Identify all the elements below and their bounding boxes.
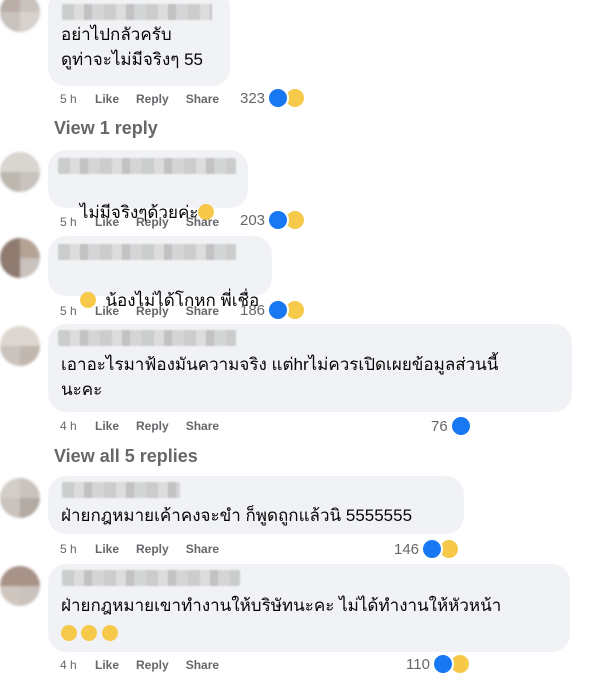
reply-button[interactable]: Reply bbox=[136, 419, 169, 433]
share-button[interactable]: Share bbox=[186, 215, 219, 229]
share-button[interactable]: Share bbox=[186, 304, 219, 318]
avatar[interactable] bbox=[0, 478, 40, 518]
comment-bubble: ไม่มีจริงๆด้วยค่ะ bbox=[48, 150, 248, 222]
reaction-count: 186 bbox=[240, 301, 266, 319]
thumbs-up-icon bbox=[267, 209, 290, 231]
like-button[interactable]: Like bbox=[95, 304, 119, 318]
reaction-count: 76 bbox=[431, 417, 448, 435]
like-button[interactable]: Like bbox=[95, 658, 119, 672]
timestamp[interactable]: 5 h bbox=[60, 542, 95, 556]
like-button[interactable]: Like bbox=[95, 542, 119, 556]
reaction-summary[interactable]: 203 bbox=[240, 209, 307, 231]
comment-bubble: ฝ่ายกฎหมายเค้าคงจะขำ ก็พูดถูกแล้วนิ 5555… bbox=[48, 476, 464, 534]
commenter-name[interactable] bbox=[62, 482, 180, 498]
timestamp[interactable]: 4 h bbox=[60, 658, 95, 672]
thumbs-up-icon bbox=[267, 299, 290, 321]
comment-text: ฝ่ายกฎหมายเค้าคงจะขำ ก็พูดถูกแล้วนิ 5555… bbox=[61, 506, 413, 525]
comment-bubble: เอาอะไรมาฟ้องมันความจริง แต่hrไม่ควรเปิด… bbox=[48, 324, 572, 412]
comment-actions: 5 h Like Reply Share bbox=[60, 212, 236, 232]
avatar[interactable] bbox=[0, 152, 40, 192]
view-replies-link[interactable]: View all 5 replies bbox=[54, 446, 198, 467]
comment-actions: 4 h Like Reply Share bbox=[60, 655, 236, 675]
reaction-count: 146 bbox=[394, 540, 420, 558]
share-button[interactable]: Share bbox=[186, 658, 219, 672]
thumbs-up-icon bbox=[449, 415, 472, 437]
thumbs-up-icon bbox=[267, 87, 290, 109]
avatar[interactable] bbox=[0, 326, 40, 366]
reply-button[interactable]: Reply bbox=[136, 92, 169, 106]
comment-text: เอาอะไรมาฟ้องมันความจริง แต่hrไม่ควรเปิด… bbox=[61, 355, 499, 399]
commenter-name[interactable] bbox=[62, 570, 240, 586]
comment-text: อย่าไปกลัวครับ ดูท่าจะไม่มีจริงๆ 55 bbox=[61, 25, 204, 69]
timestamp[interactable]: 5 h bbox=[60, 215, 95, 229]
reaction-summary[interactable]: 110 bbox=[406, 653, 471, 675]
comment-actions: 5 h Like Reply Share bbox=[60, 89, 236, 109]
share-button[interactable]: Share bbox=[186, 419, 219, 433]
comment-bubble: ฝ่ายกฎหมายเขาทำงานให้บริษัทนะคะ ไม่ได้ทำ… bbox=[48, 564, 570, 652]
thumbs-up-icon bbox=[421, 538, 444, 560]
like-button[interactable]: Like bbox=[95, 92, 119, 106]
commenter-name[interactable] bbox=[58, 330, 236, 346]
reaction-count: 203 bbox=[240, 211, 266, 229]
like-button[interactable]: Like bbox=[95, 215, 119, 229]
reaction-summary[interactable]: 186 bbox=[240, 299, 307, 321]
reaction-summary[interactable]: 323 bbox=[240, 87, 307, 109]
reply-button[interactable]: Reply bbox=[136, 658, 169, 672]
like-button[interactable]: Like bbox=[95, 419, 119, 433]
view-replies-link[interactable]: View 1 reply bbox=[54, 118, 158, 139]
emoji-row bbox=[61, 625, 118, 644]
laughing-face-icon bbox=[101, 625, 118, 641]
thumbs-up-icon bbox=[431, 653, 454, 675]
reply-button[interactable]: Reply bbox=[136, 304, 169, 318]
commenter-name[interactable] bbox=[58, 158, 236, 174]
avatar[interactable] bbox=[0, 238, 40, 278]
avatar[interactable] bbox=[0, 0, 40, 32]
timestamp[interactable]: 5 h bbox=[60, 304, 95, 318]
comment-text: ฝ่ายกฎหมายเขาทำงานให้บริษัทนะคะ ไม่ได้ทำ… bbox=[61, 596, 502, 615]
laughing-face-icon bbox=[81, 625, 98, 641]
timestamp[interactable]: 5 h bbox=[60, 92, 95, 106]
laughing-face-icon bbox=[61, 625, 77, 641]
reaction-count: 110 bbox=[406, 655, 430, 673]
reaction-summary[interactable]: 76 bbox=[431, 415, 472, 437]
comment-bubble: น้องไม่ได้โกหก พี่เชื่อ bbox=[48, 236, 272, 310]
reaction-summary[interactable]: 146 bbox=[394, 538, 461, 560]
share-button[interactable]: Share bbox=[186, 92, 219, 106]
reply-button[interactable]: Reply bbox=[136, 215, 169, 229]
comment-actions: 4 h Like Reply Share bbox=[60, 416, 236, 436]
timestamp[interactable]: 4 h bbox=[60, 419, 95, 433]
comment-actions: 5 h Like Reply Share bbox=[60, 539, 236, 559]
commenter-name[interactable] bbox=[62, 4, 212, 20]
reaction-count: 323 bbox=[240, 89, 266, 107]
reply-button[interactable]: Reply bbox=[136, 542, 169, 556]
comment-bubble: อย่าไปกลัวครับ ดูท่าจะไม่มีจริงๆ 55 bbox=[48, 0, 230, 86]
comment-actions: 5 h Like Reply Share bbox=[60, 301, 236, 321]
commenter-name[interactable] bbox=[58, 244, 236, 260]
avatar[interactable] bbox=[0, 566, 40, 606]
share-button[interactable]: Share bbox=[186, 542, 219, 556]
